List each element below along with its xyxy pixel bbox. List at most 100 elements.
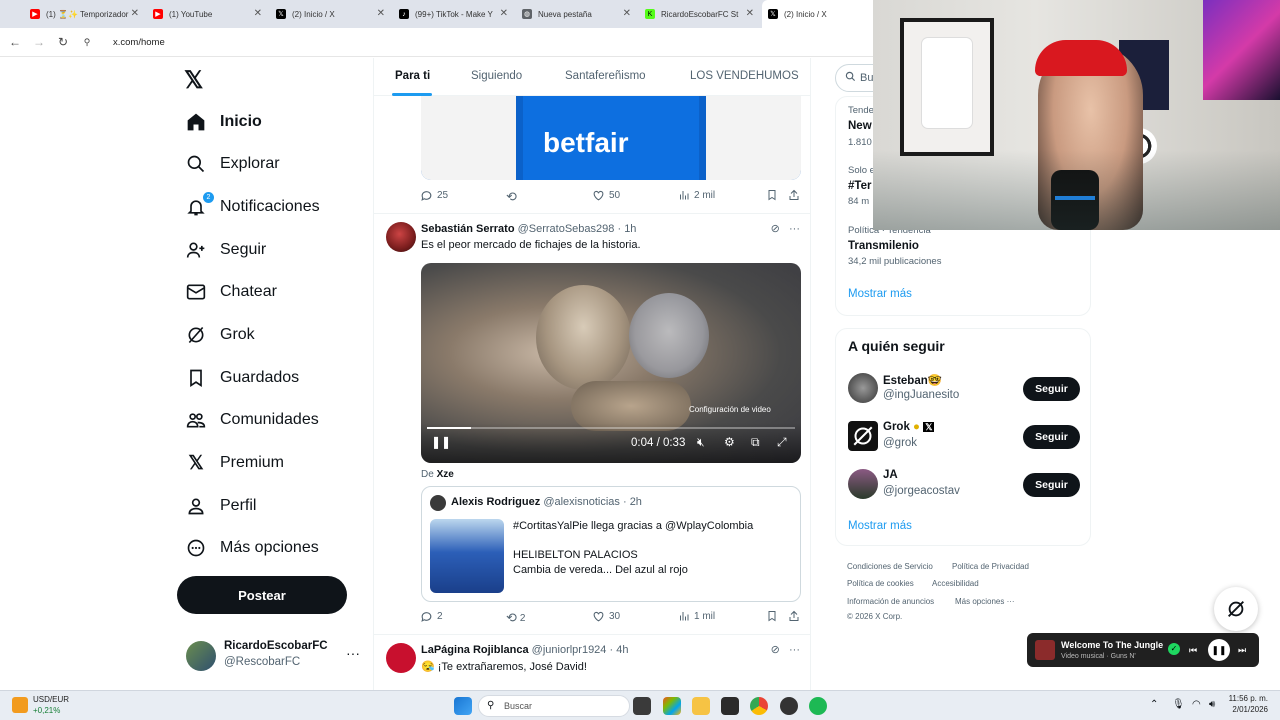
nav-item-grok[interactable]: Grok <box>184 315 255 355</box>
follow-button[interactable]: Seguir <box>1023 473 1080 497</box>
reply-button[interactable]: 2 <box>420 610 443 623</box>
pause-icon[interactable]: ❚❚ <box>431 435 451 449</box>
share-icon[interactable] <box>788 189 804 201</box>
next-icon[interactable]: ⏭ <box>1238 645 1246 656</box>
footer-link[interactable]: Más opciones ··· <box>955 597 1015 606</box>
repost-button[interactable]: ⟲ 2 <box>506 610 525 626</box>
tab-para-ti[interactable]: Para ti <box>395 70 430 82</box>
nav-item-seguir[interactable]: Seguir <box>184 230 266 270</box>
close-icon[interactable]: ✕ <box>377 8 385 19</box>
quote-author[interactable]: Alexis Rodriguez <box>451 496 540 508</box>
browser-tab-active[interactable]: 𝕏 (2) Inicio / X <box>762 0 885 28</box>
follow-suggestion[interactable]: Esteban🤓 @ingJuanesito Seguir <box>848 369 1080 409</box>
author-handle[interactable]: @SerratoSebas298 <box>518 223 615 235</box>
follow-button[interactable]: Seguir <box>1023 425 1080 449</box>
taskbar-search[interactable]: ⚲ Buscar <box>478 695 630 717</box>
site-settings-icon[interactable]: ⚲ <box>75 37 99 48</box>
chrome-icon[interactable] <box>750 697 768 715</box>
url-field[interactable]: x.com/home <box>113 37 165 48</box>
wifi-icon[interactable]: ◠ <box>1192 699 1201 710</box>
check-icon[interactable]: ✓ <box>1168 643 1180 655</box>
video-progress-bar[interactable] <box>427 427 795 429</box>
author-name[interactable]: Sebastián Serrato <box>421 223 515 235</box>
back-icon[interactable]: ← <box>3 35 27 49</box>
footer-link[interactable]: Información de anuncios <box>847 597 934 606</box>
post[interactable]: LaPágina Rojiblanca @juniorlpr1924 · 4h … <box>374 635 810 690</box>
close-icon[interactable]: ✕ <box>254 8 262 19</box>
author-name[interactable]: LaPágina Rojiblanca <box>421 644 529 656</box>
bookmark-icon[interactable] <box>766 610 782 622</box>
browser-tab[interactable]: 𝕏 (2) Inicio / X ✕ <box>270 0 393 28</box>
avatar[interactable] <box>386 643 416 673</box>
views-button[interactable]: 2 mil <box>678 189 715 201</box>
nav-item-mas-opciones[interactable]: Más opciones <box>184 528 319 568</box>
tray-chevron-icon[interactable]: ⌃ <box>1150 699 1158 710</box>
gear-icon[interactable]: ⚙ <box>724 435 735 449</box>
avatar[interactable] <box>386 222 416 252</box>
browser-tab[interactable]: ◍ Nueva pestaña ✕ <box>516 0 639 28</box>
more-icon[interactable]: ··· <box>789 223 800 235</box>
author-handle[interactable]: @juniorlpr1924 <box>532 644 607 656</box>
previous-icon[interactable]: ⏮ <box>1189 645 1197 656</box>
bookmark-icon[interactable] <box>766 189 782 201</box>
views-button[interactable]: 1 mil <box>678 610 715 622</box>
mute-icon[interactable]: 🔇︎ <box>697 435 705 450</box>
mic-icon[interactable]: 🎙︎ <box>1172 699 1185 710</box>
like-button[interactable]: 30 <box>592 610 620 623</box>
nav-item-premium[interactable]: 𝕏 Premium <box>184 443 284 483</box>
stock-widget-icon[interactable] <box>12 697 28 713</box>
file-explorer-icon[interactable] <box>692 697 710 715</box>
footer-link[interactable]: Accesibilidad <box>932 579 979 588</box>
nav-item-explorar[interactable]: Explorar <box>184 144 280 184</box>
volume-icon[interactable]: 🔊︎ <box>1209 699 1215 710</box>
share-icon[interactable] <box>788 610 804 622</box>
post-image[interactable]: betfair <box>421 96 801 180</box>
store-icon[interactable] <box>721 697 739 715</box>
show-more-link[interactable]: Mostrar más <box>848 520 912 532</box>
trend-title[interactable]: #Ter <box>848 180 871 192</box>
grok-icon[interactable]: ⊘ <box>771 223 780 235</box>
obs-icon[interactable] <box>780 697 798 715</box>
post-button[interactable]: Postear <box>177 576 347 614</box>
footer-link[interactable]: Condiciones de Servicio <box>847 562 933 571</box>
footer-link[interactable]: Política de Privacidad <box>952 562 1029 571</box>
reload-icon[interactable]: ↻ <box>51 35 75 49</box>
browser-tab[interactable]: ▶ (1) YouTube ✕ <box>147 0 270 28</box>
video-player[interactable]: Configuración de video ❚❚ 0:04 / 0:33 🔇︎… <box>421 263 801 463</box>
fullscreen-icon[interactable]: ⤢ <box>777 435 787 450</box>
tab-los-vendehumos[interactable]: LOS VENDEHUMOS <box>690 70 799 82</box>
reply-button[interactable]: 25 <box>420 189 448 202</box>
forward-icon[interactable]: → <box>27 35 51 49</box>
follow-button[interactable]: Seguir <box>1023 377 1080 401</box>
copilot-icon[interactable] <box>663 697 681 715</box>
task-view-icon[interactable] <box>633 697 651 715</box>
nav-item-guardados[interactable]: Guardados <box>184 358 299 398</box>
quoted-post[interactable]: Alexis Rodriguez @alexisnoticias · 2h #C… <box>421 486 801 602</box>
close-icon[interactable]: ✕ <box>500 8 508 19</box>
nav-item-notificaciones[interactable]: 2 Notificaciones <box>184 187 320 227</box>
show-more-link[interactable]: Mostrar más <box>848 288 912 300</box>
close-icon[interactable]: ✕ <box>131 8 139 19</box>
more-icon[interactable]: ··· <box>789 644 800 656</box>
start-icon[interactable] <box>454 697 472 715</box>
source-link[interactable]: Xze <box>437 469 454 480</box>
like-button[interactable]: 50 <box>592 189 620 202</box>
account-switcher[interactable]: RicardoEscobarFC @RescobarFC ··· <box>184 638 364 674</box>
close-icon[interactable]: ✕ <box>746 8 754 19</box>
footer-link[interactable]: Política de cookies <box>847 579 914 588</box>
close-icon[interactable]: ✕ <box>623 8 631 19</box>
tab-santafereñismo[interactable]: Santafereñismo <box>565 70 646 82</box>
browser-tab[interactable]: ▶ (1) ⏳✨ Temporizador ✕ <box>24 0 147 28</box>
nav-item-perfil[interactable]: Perfil <box>184 486 256 526</box>
x-logo-icon[interactable]: 𝕏 <box>184 66 203 95</box>
repost-button[interactable]: ⟲ <box>506 189 517 205</box>
trend-title[interactable]: New <box>848 120 872 132</box>
browser-tab[interactable]: K RicardoEscobarFC St ✕ <box>639 0 762 28</box>
grok-floating-button[interactable] <box>1214 587 1258 631</box>
follow-suggestion[interactable]: JA @jorgeacostav Seguir <box>848 465 1080 505</box>
nav-item-comunidades[interactable]: Comunidades <box>184 400 319 440</box>
picture-in-picture-icon[interactable]: ⧉ <box>751 435 760 450</box>
nav-item-inicio[interactable]: Inicio <box>184 102 262 142</box>
more-icon[interactable]: ··· <box>346 645 360 661</box>
nav-item-chatear[interactable]: Chatear <box>184 272 277 312</box>
